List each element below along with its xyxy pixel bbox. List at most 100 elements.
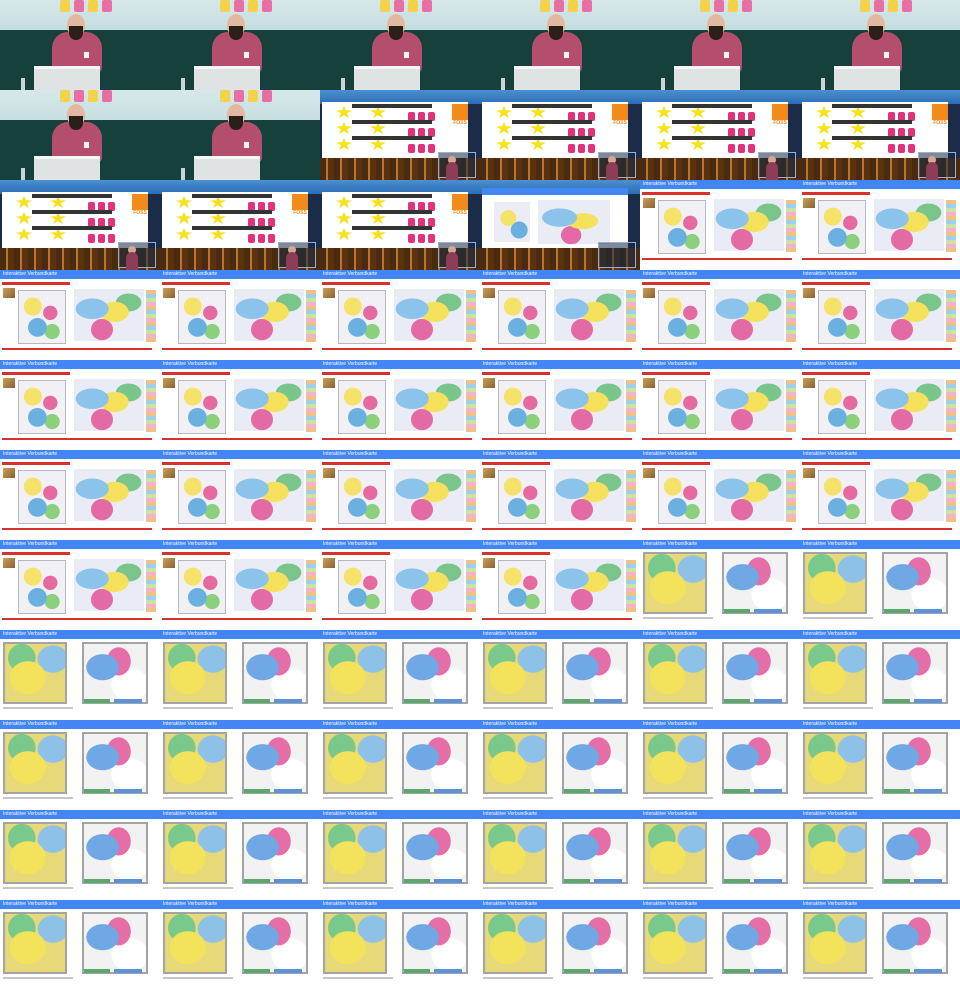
slide-heading <box>832 104 912 108</box>
lectern-edge <box>34 66 100 69</box>
frame-zoom: Interaktive Verbundkarte <box>160 720 320 810</box>
page-header-bar <box>322 552 390 555</box>
zoomed-map-right <box>722 642 788 704</box>
slide-heading <box>672 104 752 108</box>
page-logo <box>803 378 815 388</box>
frame-zoom: Interaktive Verbundkarte <box>640 810 800 900</box>
zoomed-map-right <box>722 552 788 614</box>
zoomed-map-left <box>803 642 867 704</box>
browser-titlebar: Interaktive Verbundkarte <box>800 450 960 459</box>
slide-heading <box>192 194 272 198</box>
map-caption <box>163 797 233 799</box>
browser-window-title: Interaktive Verbundkarte <box>323 811 378 817</box>
inset-speaker <box>766 162 778 180</box>
network-map-large <box>554 469 624 521</box>
inset-speaker <box>446 252 458 270</box>
network-map-small <box>498 470 546 524</box>
browser-window-title: Interaktive Verbundkarte <box>3 361 58 367</box>
page-header-bar <box>642 282 710 285</box>
lectern-edge <box>834 66 900 69</box>
name-badge <box>884 52 889 58</box>
title-slide <box>162 192 308 248</box>
star-graphic <box>336 212 352 224</box>
zoomed-map-right <box>882 912 948 974</box>
browser-titlebar: Interaktive Verbundkarte <box>480 810 640 819</box>
slide-heading <box>192 210 272 214</box>
zoomed-map-right <box>722 912 788 974</box>
zoomed-map-left <box>803 552 867 614</box>
frame-title: FOSS <box>480 90 640 180</box>
slide-heading <box>352 226 432 230</box>
lectern <box>834 66 900 90</box>
map-legend-green <box>404 699 430 703</box>
frame-speaker <box>160 0 320 90</box>
map-legend-green <box>84 879 110 883</box>
frame-zoom: Interaktive Verbundkarte <box>0 900 160 990</box>
star-graphic <box>656 122 672 134</box>
browser-titlebar: Interaktive Verbundkarte <box>160 270 320 279</box>
browser-window-title: Interaktive Verbundkarte <box>643 451 698 457</box>
zoomed-map-right <box>402 912 468 974</box>
star-graphic <box>656 106 672 118</box>
browser-titlebar: Interaktive Verbundkarte <box>320 540 480 549</box>
frame-browser: Interaktive Verbundkarte <box>0 450 160 540</box>
star-graphic <box>816 106 832 118</box>
frame-speaker <box>0 0 160 90</box>
slide-heading <box>672 120 752 124</box>
network-map-small <box>818 200 866 254</box>
map-legend-green <box>564 699 590 703</box>
browser-titlebar: Interaktive Verbundkarte <box>640 900 800 909</box>
map-caption <box>163 977 233 979</box>
browser-window-title: Interaktive Verbundkarte <box>643 541 698 547</box>
zoomed-map-right <box>882 552 948 614</box>
page-footer-bar <box>2 438 152 440</box>
map-legend <box>466 560 476 612</box>
page-header-bar <box>162 282 230 285</box>
map-legend <box>466 470 476 522</box>
frame-zoom: Interaktive Verbundkarte <box>320 630 480 720</box>
map-legend <box>626 560 636 612</box>
network-map-large <box>874 469 944 521</box>
speaker-beard <box>869 26 883 40</box>
network-map-large <box>234 379 304 431</box>
browser-window-title: Interaktive Verbundkarte <box>643 181 698 187</box>
speaker-beard <box>69 26 83 40</box>
slide-heading <box>32 226 112 230</box>
inset-speaker <box>126 252 138 270</box>
map-legend-green <box>564 789 590 793</box>
wall-decoration <box>234 0 244 12</box>
pink-figure <box>908 144 915 153</box>
browser-titlebar: Interaktive Verbundkarte <box>320 720 480 729</box>
frame-browser: Interaktive Verbundkarte <box>640 270 800 360</box>
zoomed-map-left <box>3 642 67 704</box>
star-graphic <box>816 138 832 150</box>
frame-speaker <box>800 0 960 90</box>
browser-titlebar: Interaktive Verbundkarte <box>640 810 800 819</box>
browser-titlebar: Interaktive Verbundkarte <box>160 900 320 909</box>
wall-decoration <box>874 0 884 12</box>
slide-column <box>210 196 242 244</box>
slide-heading <box>352 210 432 214</box>
map-caption <box>483 977 553 979</box>
map-legend-green <box>244 969 270 973</box>
slide-column <box>176 196 208 244</box>
map-legend-blue <box>114 969 142 973</box>
slide-heading <box>512 136 592 140</box>
slide-heading <box>352 120 432 124</box>
lectern-edge <box>514 66 580 69</box>
page-header-bar <box>802 372 870 375</box>
wall-decoration <box>60 90 70 102</box>
speaker-beard <box>229 116 243 130</box>
page-header-bar <box>2 552 70 555</box>
zoomed-map-left <box>643 642 707 704</box>
network-map-small <box>178 560 226 614</box>
pink-figure <box>588 144 595 153</box>
wall-decoration <box>88 0 98 12</box>
zoomed-map-left <box>163 822 227 884</box>
network-map-small <box>178 380 226 434</box>
map-legend <box>946 290 956 342</box>
map-legend-green <box>884 879 910 883</box>
map-legend <box>306 290 316 342</box>
network-map-large <box>714 199 784 251</box>
map-caption <box>483 887 553 889</box>
